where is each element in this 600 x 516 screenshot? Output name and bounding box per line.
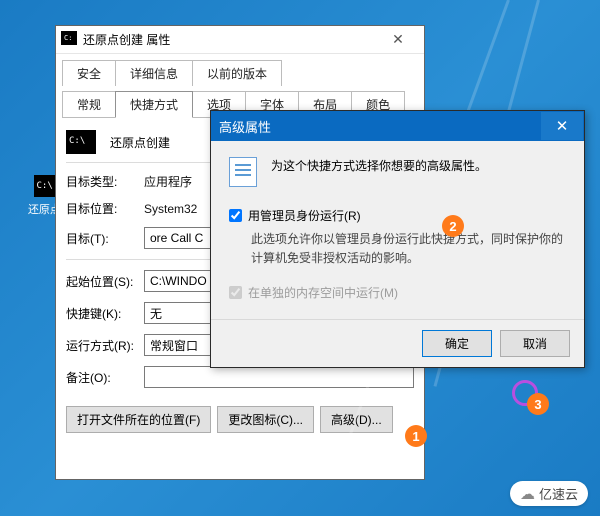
separate-memory-label: 在单独的内存空间中运行(M) [248, 284, 398, 301]
advanced-button[interactable]: 高级(D)... [320, 406, 393, 433]
dialog-close-button[interactable]: ✕ [541, 112, 583, 140]
cancel-button[interactable]: 取消 [500, 330, 570, 357]
close-button[interactable]: ✕ [377, 27, 419, 53]
cmd-icon: C: [61, 31, 77, 45]
target-type-label: 目标类型: [66, 173, 144, 190]
document-icon [229, 157, 257, 187]
target-label: 目标(T): [66, 230, 144, 247]
titlebar: C: 还原点创建 属性 ✕ [56, 26, 424, 54]
advanced-properties-dialog: 高级属性 ✕ 为这个快捷方式选择你想要的高级属性。 用管理员身份运行(R) 此选… [210, 110, 585, 368]
run-as-admin-description: 此选项允许你以管理员身份运行此快捷方式，同时保护你的计算机免受非授权活动的影响。 [251, 230, 566, 268]
dialog-title: 高级属性 [219, 117, 271, 136]
bottom-button-row: 打开文件所在的位置(F) 更改图标(C)... 高级(D)... [66, 406, 414, 433]
comment-input[interactable] [144, 366, 414, 388]
callout-1: 1 [405, 425, 427, 447]
dialog-intro-row: 为这个快捷方式选择你想要的高级属性。 [229, 157, 566, 187]
tab-general[interactable]: 常规 [62, 91, 116, 117]
app-name-label: 还原点创建 [110, 134, 170, 151]
callout-2: 2 [442, 215, 464, 237]
callout-3: 3 [527, 393, 549, 415]
window-title: 还原点创建 属性 [83, 31, 170, 48]
dialog-titlebar: 高级属性 ✕ [211, 111, 584, 141]
tabs-row-1: 安全 详细信息 以前的版本 [56, 54, 424, 86]
tab-security[interactable]: 安全 [62, 60, 116, 86]
open-file-location-button[interactable]: 打开文件所在的位置(F) [66, 406, 211, 433]
target-location-value: System32 [144, 202, 197, 216]
change-icon-button[interactable]: 更改图标(C)... [217, 406, 314, 433]
run-as-admin-checkbox[interactable] [229, 209, 242, 222]
separate-memory-checkbox [229, 286, 242, 299]
comment-row: 备注(O): [66, 366, 414, 388]
run-as-admin-row[interactable]: 用管理员身份运行(R) [229, 207, 566, 224]
target-location-label: 目标位置: [66, 200, 144, 217]
cloud-icon: ☁ [520, 485, 535, 503]
ok-button[interactable]: 确定 [422, 330, 492, 357]
target-type-value: 应用程序 [144, 173, 192, 190]
watermark-text: 亿速云 [539, 484, 578, 503]
tab-shortcut[interactable]: 快捷方式 [115, 91, 193, 118]
run-as-admin-label: 用管理员身份运行(R) [248, 207, 361, 224]
separate-memory-row: 在单独的内存空间中运行(M) [229, 284, 566, 301]
dialog-intro-text: 为这个快捷方式选择你想要的高级属性。 [271, 157, 487, 174]
startin-label: 起始位置(S): [66, 273, 144, 290]
tab-details[interactable]: 详细信息 [115, 60, 193, 86]
watermark: ☁ 亿速云 [510, 481, 588, 506]
comment-label: 备注(O): [66, 369, 144, 386]
run-mode-label: 运行方式(R): [66, 337, 144, 354]
dialog-footer: 确定 取消 [211, 319, 584, 367]
shortcut-key-label: 快捷键(K): [66, 305, 144, 322]
cmd-icon: C:\ [66, 130, 96, 154]
tab-previous-versions[interactable]: 以前的版本 [192, 60, 282, 86]
